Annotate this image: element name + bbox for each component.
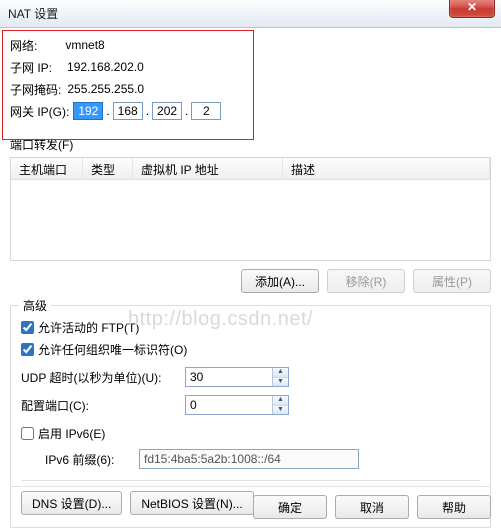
config-port-input[interactable] (186, 396, 272, 414)
allow-ftp-label: 允许活动的 FTP(T) (38, 319, 139, 336)
spinner-buttons[interactable]: ▲ ▼ (272, 396, 288, 414)
port-forward-title: 端口转发(F) (10, 138, 73, 152)
add-button[interactable]: 添加(A)... (241, 269, 319, 293)
port-forward-table[interactable]: 主机端口 类型 虚拟机 IP 地址 描述 (10, 157, 491, 261)
ok-button[interactable]: 确定 (253, 495, 327, 519)
network-label: 网络: (10, 37, 37, 54)
titlebar: NAT 设置 ✕ (0, 0, 501, 28)
port-forward-buttons: 添加(A)... 移除(R) 属性(P) (10, 269, 491, 293)
gateway-oct1[interactable] (73, 102, 103, 120)
subnet-mask-label: 子网掩码: (10, 81, 61, 98)
col-desc[interactable]: 描述 (283, 158, 490, 179)
allow-org-label: 允许任何组织唯一标识符(O) (38, 341, 187, 358)
advanced-title: 高级 (19, 297, 51, 314)
subnet-ip-label: 子网 IP: (10, 59, 52, 76)
gateway-label: 网关 IP(G): (10, 103, 69, 120)
ftp-row: 允许活动的 FTP(T) (21, 316, 480, 338)
network-value: vmnet8 (65, 38, 104, 52)
window-title: NAT 设置 (8, 5, 58, 22)
spin-down-icon[interactable]: ▼ (273, 378, 288, 387)
ip-dot: . (106, 104, 109, 118)
spinner-buttons[interactable]: ▲ ▼ (272, 368, 288, 386)
enable-ipv6-checkbox[interactable] (21, 427, 34, 440)
col-vm-ip[interactable]: 虚拟机 IP 地址 (133, 158, 283, 179)
remove-button: 移除(R) (327, 269, 405, 293)
gateway-row: 网关 IP(G): . . . (10, 100, 491, 122)
enable-ipv6-label: 启用 IPv6(E) (38, 425, 105, 442)
udp-timeout-label: UDP 超时(以秒为单位)(U): (21, 369, 181, 386)
col-host-port[interactable]: 主机端口 (11, 158, 83, 179)
gateway-ip-input[interactable]: . . . (73, 102, 221, 120)
allow-ftp-checkbox[interactable] (21, 321, 34, 334)
ipv6-prefix-input (139, 449, 359, 469)
cancel-button[interactable]: 取消 (335, 495, 409, 519)
subnet-mask-row: 子网掩码: 255.255.255.0 (10, 78, 491, 100)
spin-up-icon[interactable]: ▲ (273, 396, 288, 406)
close-icon: ✕ (467, 0, 477, 14)
cfg-port-row: 配置端口(C): ▲ ▼ (21, 394, 480, 416)
udp-timeout-spinner[interactable]: ▲ ▼ (185, 367, 289, 387)
ip-dot: . (185, 104, 188, 118)
dialog-body: 网络: vmnet8 子网 IP: 192.168.202.0 子网掩码: 25… (0, 28, 501, 527)
udp-row: UDP 超时(以秒为单位)(U): ▲ ▼ (21, 366, 480, 388)
separator (21, 480, 480, 481)
ipv6-prefix-row: IPv6 前缀(6): (21, 448, 480, 470)
help-button[interactable]: 帮助 (417, 495, 491, 519)
ip-dot: . (146, 104, 149, 118)
org-row: 允许任何组织唯一标识符(O) (21, 338, 480, 360)
gateway-oct3[interactable] (152, 102, 182, 120)
network-row: 网络: vmnet8 (10, 34, 491, 56)
subnet-mask-value: 255.255.255.0 (67, 82, 144, 96)
subnet-ip-value: 192.168.202.0 (67, 60, 144, 74)
table-header: 主机端口 类型 虚拟机 IP 地址 描述 (11, 158, 490, 180)
config-port-label: 配置端口(C): (21, 397, 181, 414)
spin-down-icon[interactable]: ▼ (273, 406, 288, 415)
ipv6-prefix-label: IPv6 前缀(6): (45, 451, 135, 468)
allow-org-checkbox[interactable] (21, 343, 34, 356)
config-port-spinner[interactable]: ▲ ▼ (185, 395, 289, 415)
port-forward-section: 端口转发(F) 主机端口 类型 虚拟机 IP 地址 描述 添加(A)... 移除… (10, 136, 491, 293)
spin-up-icon[interactable]: ▲ (273, 368, 288, 378)
ipv6-row: 启用 IPv6(E) (21, 422, 480, 444)
subnet-ip-row: 子网 IP: 192.168.202.0 (10, 56, 491, 78)
col-type[interactable]: 类型 (83, 158, 133, 179)
dialog-footer: 确定 取消 帮助 (10, 486, 491, 519)
gateway-oct4[interactable] (191, 102, 221, 120)
close-button[interactable]: ✕ (449, 0, 495, 18)
udp-timeout-input[interactable] (186, 368, 272, 386)
gateway-oct2[interactable] (113, 102, 143, 120)
properties-button: 属性(P) (413, 269, 491, 293)
